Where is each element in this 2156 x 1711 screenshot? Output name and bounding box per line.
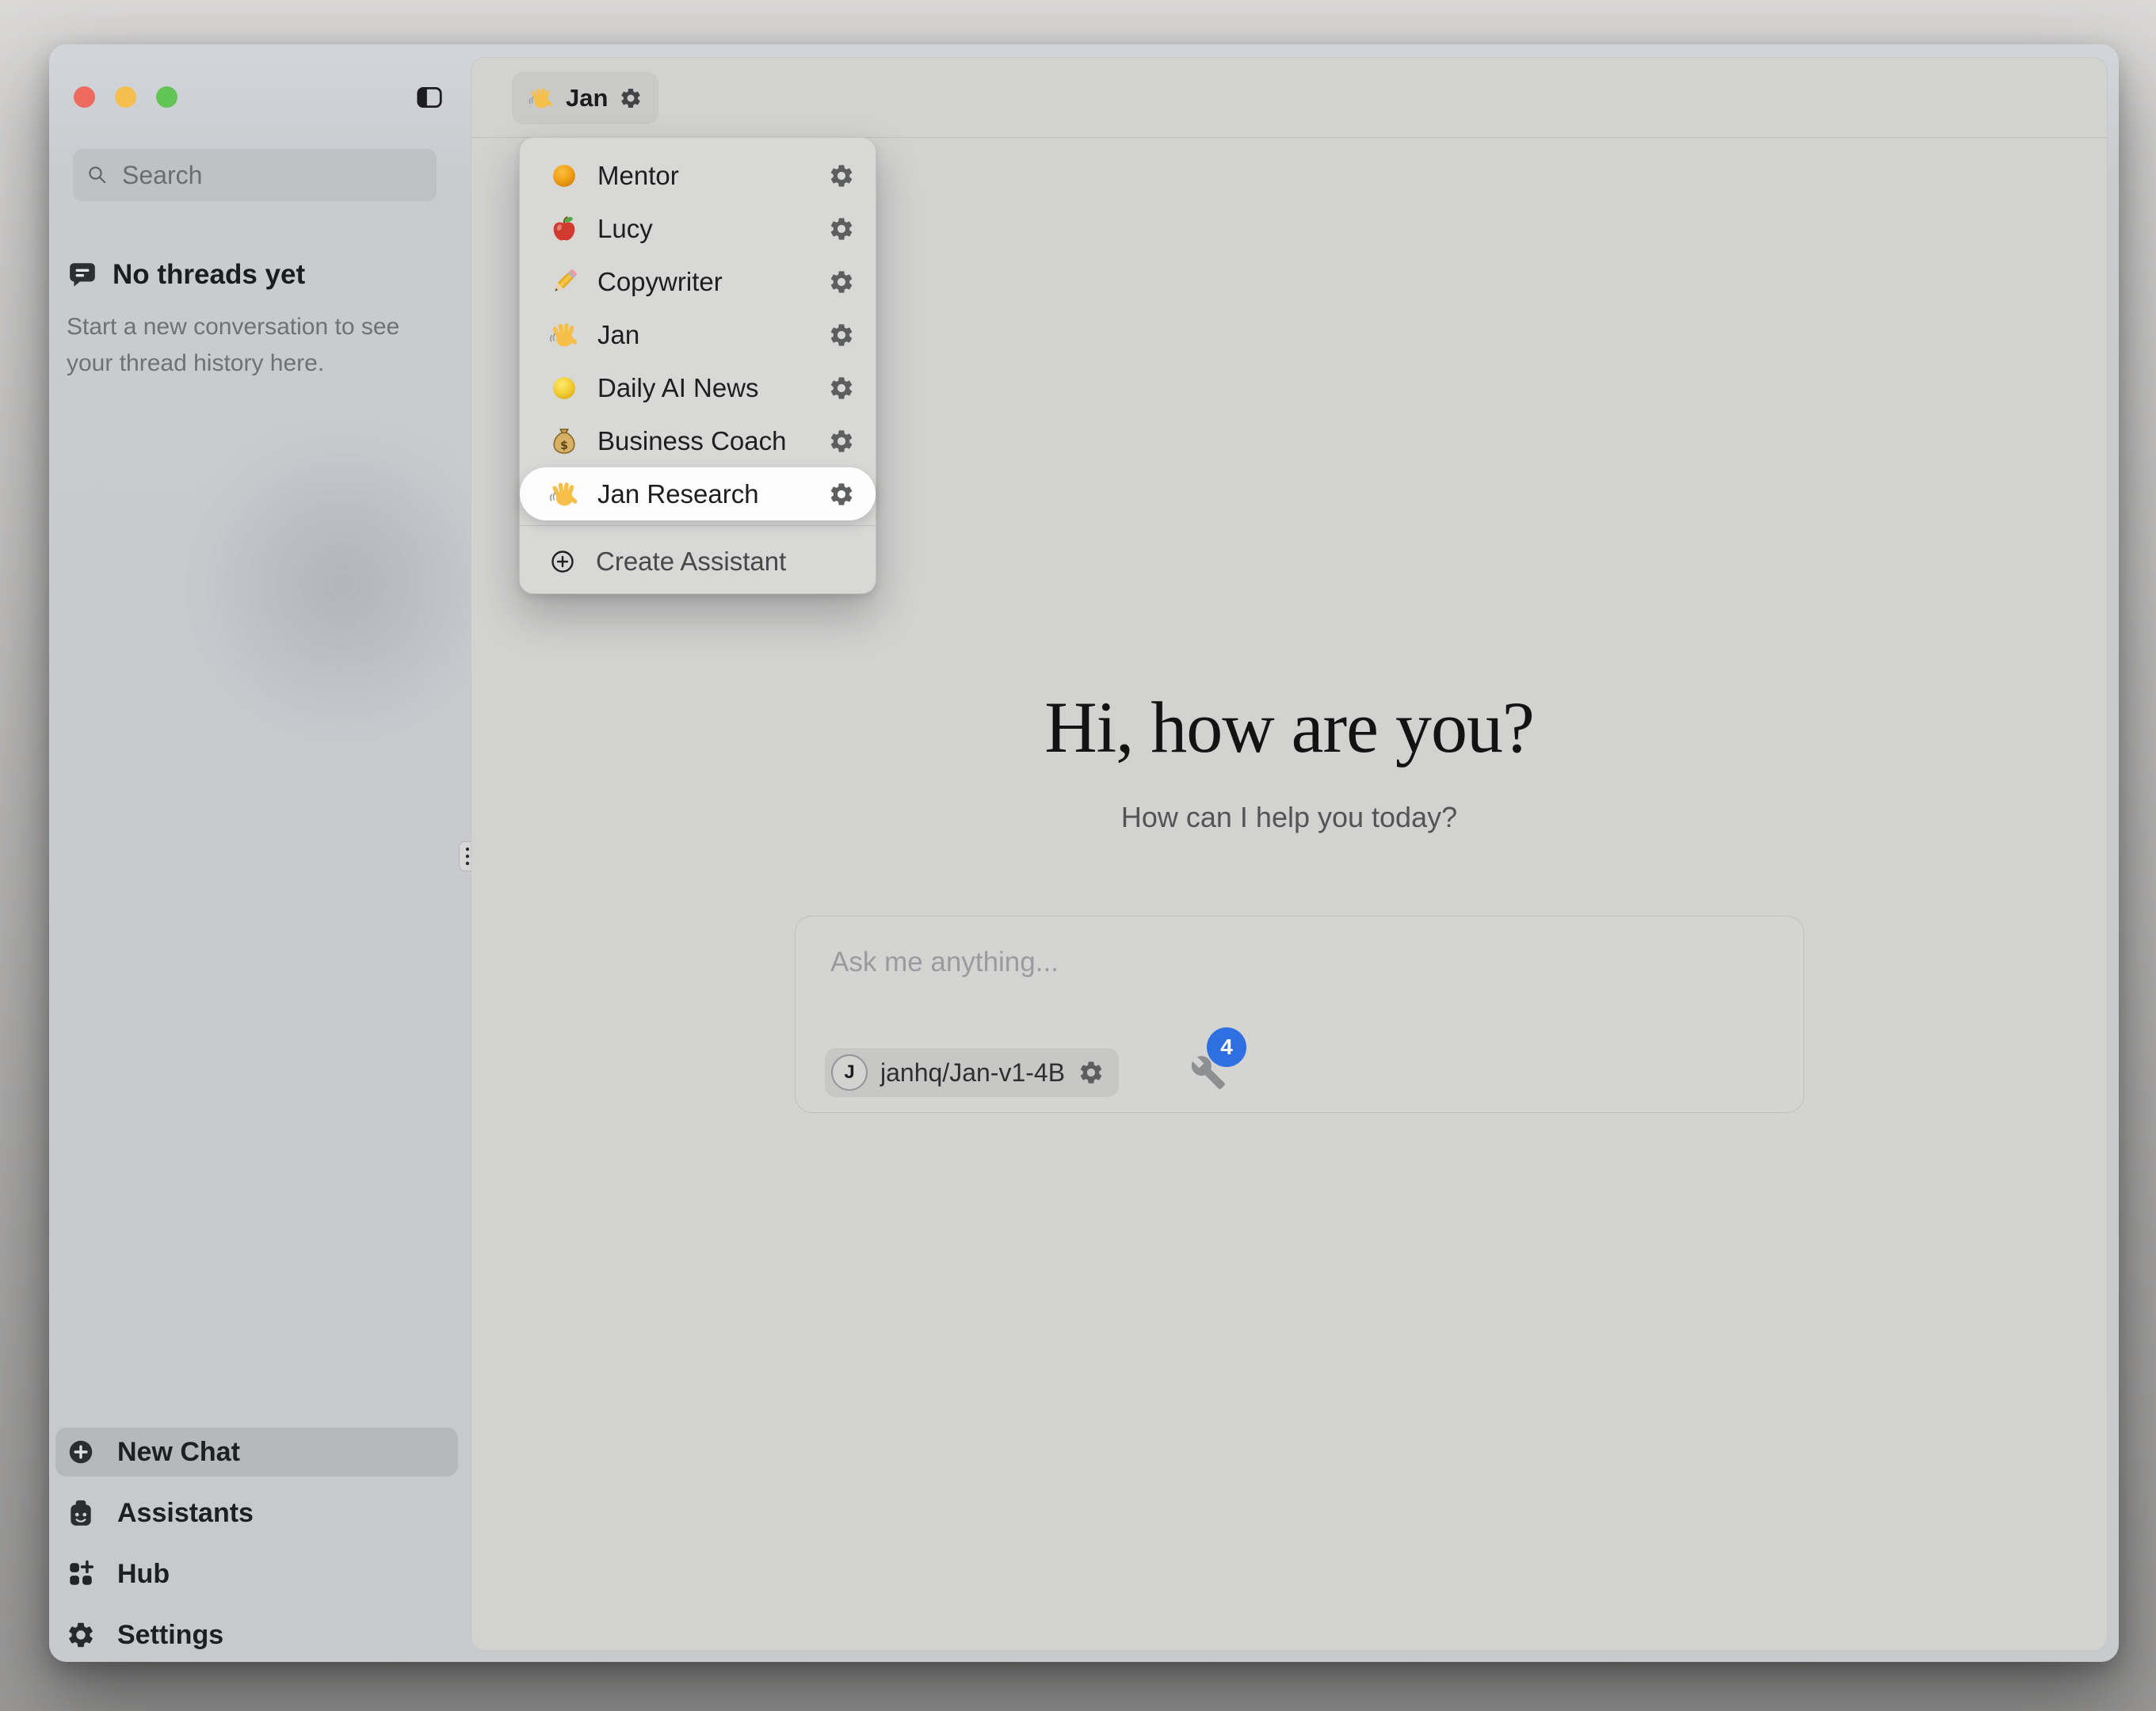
panel-toggle-icon (414, 82, 445, 112)
menu-divider (520, 525, 876, 526)
desktop-background: No threads yet Start a new conversation … (0, 0, 2156, 1711)
search-field[interactable] (73, 149, 437, 201)
sidebar: No threads yet Start a new conversation … (49, 44, 471, 1662)
nav-label: Assistants (117, 1498, 254, 1529)
assistant-label: Jan (597, 320, 639, 350)
assistant-icon (548, 213, 580, 245)
assistant-menu-item[interactable]: Copywriter (520, 255, 876, 308)
nav-icon (66, 1437, 96, 1467)
assistant-icon (548, 319, 580, 351)
main-titlebar: Jan (471, 58, 2107, 138)
wave-emoji-icon (528, 85, 555, 112)
model-settings-icon[interactable] (1078, 1059, 1105, 1086)
assistant-icon (548, 160, 580, 192)
app-window: No threads yet Start a new conversation … (49, 44, 2119, 1662)
assistant-gear-icon[interactable] (828, 215, 855, 242)
assistant-label: Copywriter (597, 267, 723, 297)
zoom-button[interactable] (156, 86, 177, 108)
nav-icon (66, 1498, 96, 1528)
assistant-menu: Mentor Lucy Copywriter Jan Daily AI News… (519, 137, 876, 594)
sidebar-nav-item[interactable]: Assistants (55, 1488, 458, 1538)
assistant-selector-button[interactable]: Jan (512, 72, 658, 124)
model-name: janhq/Jan-v1-4B (880, 1058, 1065, 1088)
close-button[interactable] (74, 86, 95, 108)
greeting: Hi, how are you? How can I help you toda… (471, 688, 2107, 834)
greeting-title: Hi, how are you? (471, 688, 2107, 768)
assistant-menu-list: Mentor Lucy Copywriter Jan Daily AI News… (520, 149, 876, 520)
search-icon (86, 163, 109, 187)
assistant-menu-item[interactable]: $ Business Coach (520, 414, 876, 467)
assistant-label: Mentor (597, 161, 679, 191)
model-selector-button[interactable]: J janhq/Jan-v1-4B (825, 1048, 1119, 1097)
nav-icon (66, 1620, 96, 1650)
assistant-selector-label: Jan (566, 84, 608, 112)
assistant-gear-icon[interactable] (828, 428, 855, 455)
assistant-gear-icon[interactable] (828, 162, 855, 189)
assistant-menu-item[interactable]: Lucy (520, 202, 876, 255)
sidebar-decoration-blob (192, 448, 493, 749)
model-avatar: J (831, 1054, 868, 1091)
assistant-gear-icon[interactable] (828, 481, 855, 508)
assistant-icon: $ (548, 425, 580, 457)
assistant-gear-icon[interactable] (828, 322, 855, 349)
greeting-subtitle: How can I help you today? (471, 801, 2107, 834)
assistant-gear-icon[interactable] (828, 375, 855, 402)
chat-bubble-icon (67, 260, 97, 290)
assistant-menu-item[interactable]: Mentor (520, 149, 876, 202)
assistant-gear-icon[interactable] (828, 269, 855, 295)
sidebar-nav-item[interactable]: Settings (55, 1610, 458, 1660)
tools-badge: 4 (1207, 1027, 1246, 1067)
create-assistant-button[interactable]: Create Assistant (520, 538, 876, 585)
sidebar-nav-item[interactable]: New Chat (55, 1427, 458, 1477)
nav-label: New Chat (117, 1437, 240, 1468)
assistant-menu-item[interactable]: Jan (520, 308, 876, 361)
assistant-menu-item[interactable]: Jan Research (520, 467, 876, 520)
assistant-label: Lucy (597, 214, 653, 244)
empty-state-title: No threads yet (113, 260, 305, 290)
composer-card[interactable]: J janhq/Jan-v1-4B 4 (795, 916, 1804, 1113)
minimize-button[interactable] (115, 86, 136, 108)
composer-input[interactable] (796, 916, 1803, 1012)
window-controls (74, 86, 177, 108)
assistant-label: Jan Research (597, 479, 759, 509)
nav-label: Settings (117, 1620, 223, 1651)
sidebar-nav-item[interactable]: Hub (55, 1549, 458, 1599)
tools-button[interactable]: 4 (1187, 1027, 1258, 1099)
svg-text:$: $ (560, 440, 568, 452)
nav-label: Hub (117, 1559, 170, 1590)
plus-circle-icon (548, 547, 577, 576)
assistant-icon (548, 266, 580, 298)
sidebar-nav: New Chat Assistants Hub Settings (55, 1427, 458, 1660)
assistant-menu-item[interactable]: Daily AI News (520, 361, 876, 414)
assistant-icon (548, 478, 580, 510)
assistant-label: Daily AI News (597, 373, 759, 403)
search-input[interactable] (120, 160, 437, 191)
nav-icon (66, 1559, 96, 1589)
sidebar-toggle-button[interactable] (414, 82, 445, 112)
assistant-settings-icon[interactable] (619, 86, 643, 110)
empty-state-description: Start a new conversation to see your thr… (67, 309, 422, 382)
assistant-label: Business Coach (597, 426, 786, 456)
assistant-icon (548, 372, 580, 404)
create-assistant-label: Create Assistant (596, 547, 786, 577)
